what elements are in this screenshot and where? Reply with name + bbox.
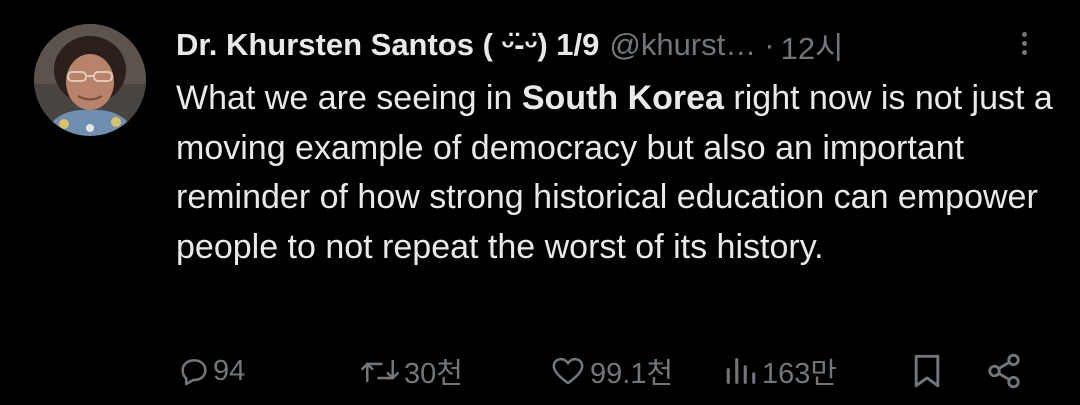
retweet-icon: [361, 359, 399, 383]
more-options-icon-dot: [1021, 41, 1027, 46]
reply-button[interactable]: 94: [177, 345, 245, 397]
tweet-text: What we are seeing in South Korea right …: [176, 74, 1056, 272]
retweet-count: 30천: [404, 358, 463, 390]
more-options-button[interactable]: [1010, 28, 1038, 64]
like-count: 99.1천: [590, 358, 674, 390]
bookmark-icon: [914, 354, 940, 388]
author-name[interactable]: Dr. Khursten Santos ( ᵕ̈-ᵕ̈) 1/9: [176, 27, 599, 63]
share-icon: [988, 353, 1020, 389]
retweet-button[interactable]: 30천: [358, 345, 463, 397]
share-button[interactable]: [985, 345, 1023, 397]
reply-count: 94: [213, 354, 246, 387]
avatar-photo-icon: [34, 24, 146, 136]
like-button[interactable]: 99.1천: [548, 345, 673, 397]
reply-icon: [181, 359, 207, 386]
tweet-text-part: What we are seeing in: [176, 79, 522, 117]
tweet-timestamp[interactable]: 12시: [781, 23, 844, 68]
more-options-icon: [1021, 32, 1027, 37]
action-bar: 94 30천 99.1천 163만: [0, 345, 1080, 397]
tweet[interactable]: Dr. Khursten Santos ( ᵕ̈-ᵕ̈) 1/9 @khurst…: [0, 0, 1080, 405]
views-button[interactable]: 163만: [722, 345, 837, 397]
avatar[interactable]: [34, 24, 146, 136]
author-handle[interactable]: @khurst…: [609, 27, 756, 63]
bookmark-button[interactable]: [910, 345, 944, 397]
views-chart-icon: [726, 358, 756, 384]
header-separator: ·: [764, 27, 775, 62]
tweet-text-bold: South Korea: [521, 79, 724, 117]
heart-icon: [552, 357, 584, 385]
tweet-header: Dr. Khursten Santos ( ᵕ̈-ᵕ̈) 1/9 @khurst…: [176, 24, 844, 66]
views-count: 163만: [762, 358, 838, 390]
more-options-icon-dot: [1021, 50, 1027, 55]
